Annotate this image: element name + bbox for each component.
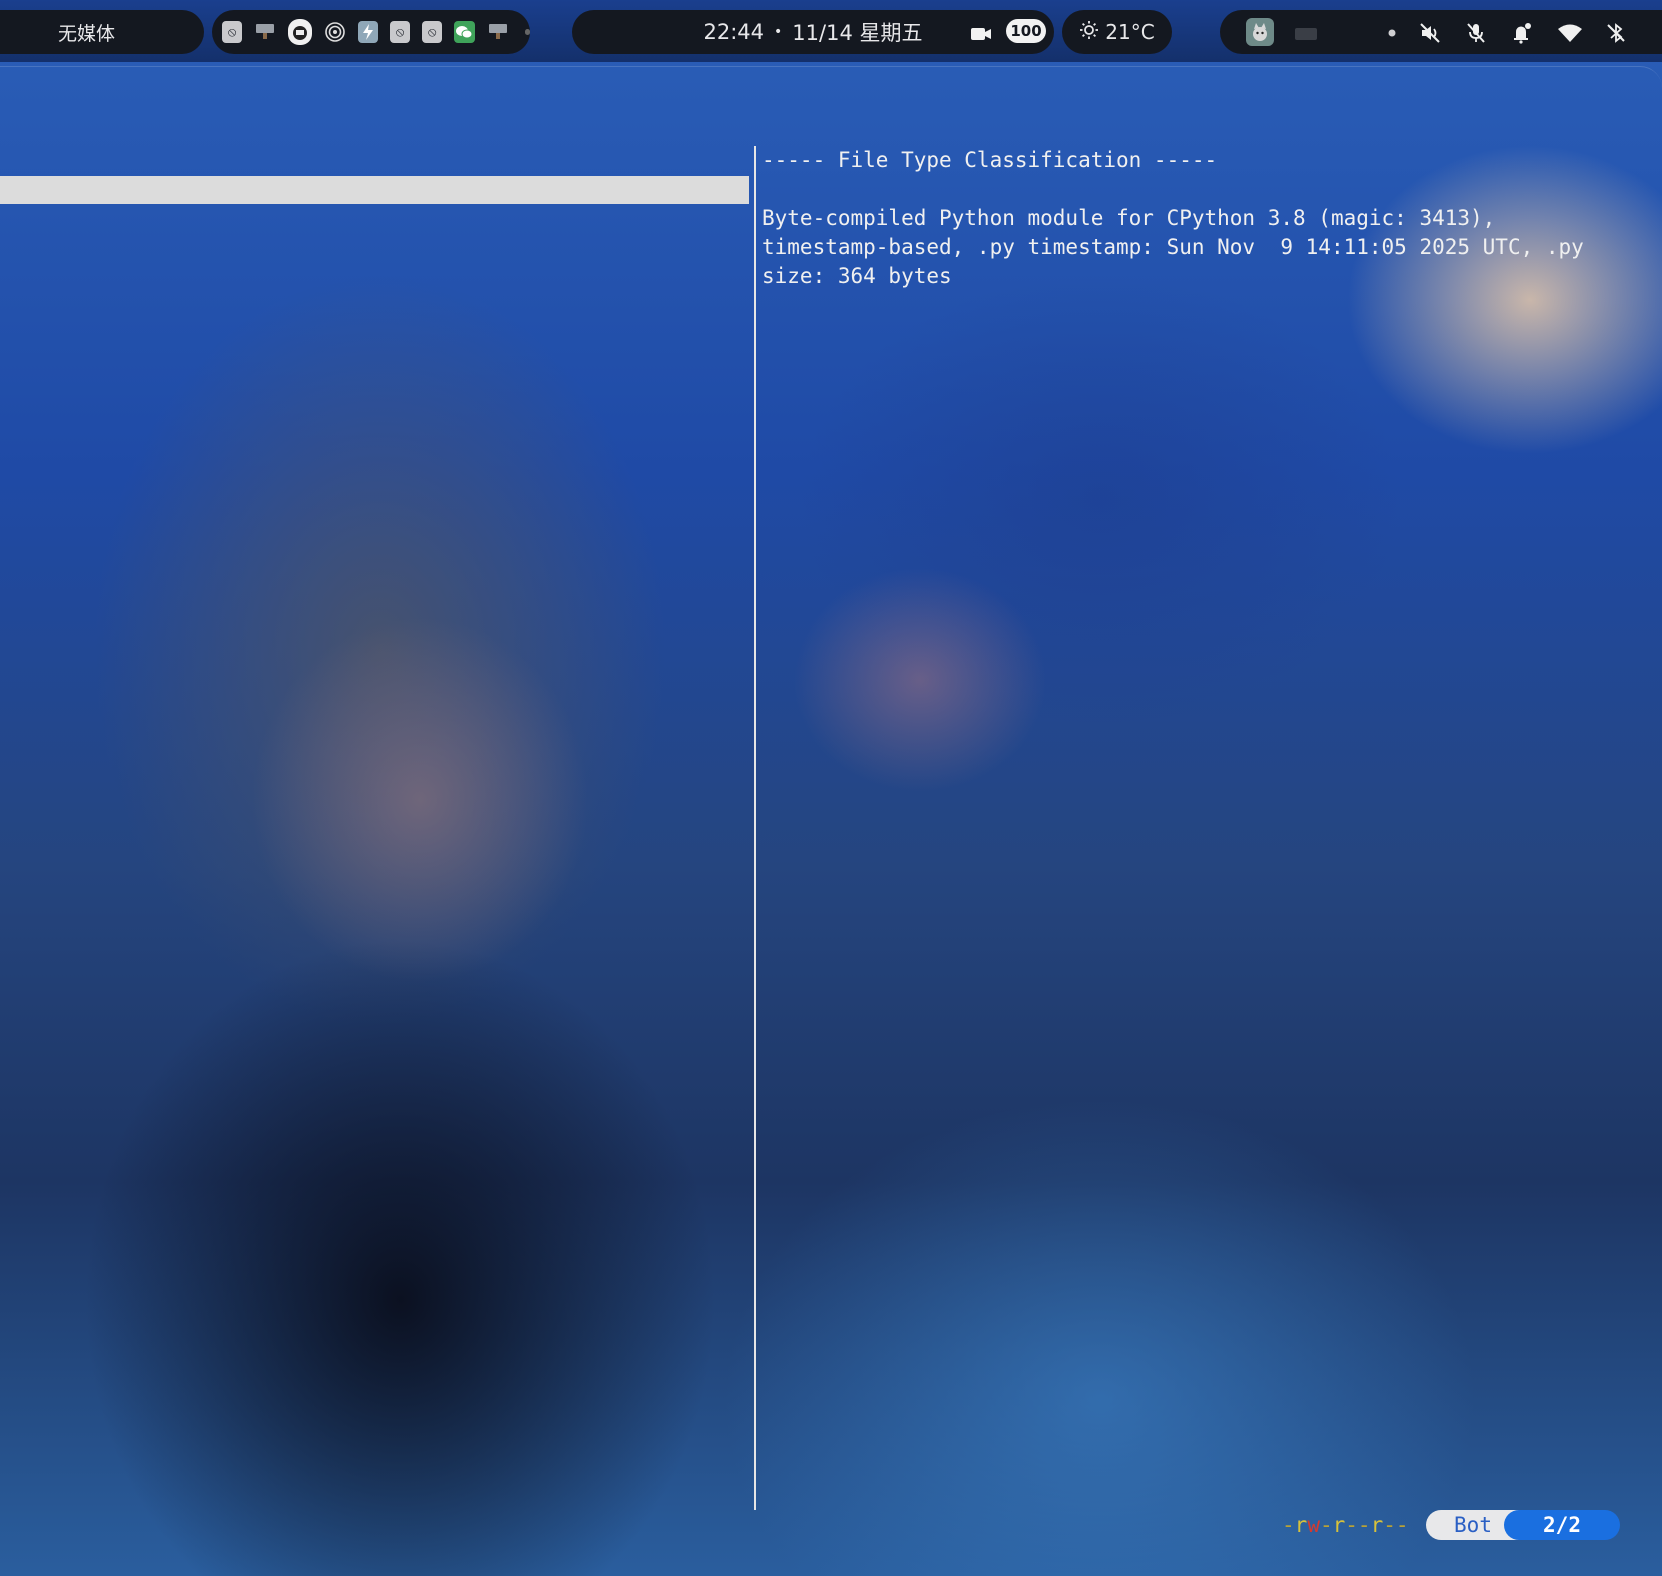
bluetooth-off-icon[interactable] bbox=[1604, 21, 1628, 45]
file-position-indicator: 2/2 bbox=[1504, 1510, 1620, 1540]
blocked-app-icon[interactable]: ⦸ bbox=[222, 21, 243, 43]
file-preview-pane: ----- File Type Classification ----- Byt… bbox=[762, 146, 1642, 291]
preview-line: Byte-compiled Python module for CPython … bbox=[762, 206, 1496, 230]
notification-bell-icon[interactable] bbox=[1510, 21, 1534, 45]
camera-icon[interactable] bbox=[970, 23, 992, 47]
cat-app-icon[interactable] bbox=[288, 19, 312, 45]
file-permissions: - r w - r -- r -- bbox=[1282, 1513, 1409, 1537]
top-bar: 无媒体 ⦸ ⦸ ⦸ 22:44 • 11/14 星期五 100 21°C bbox=[0, 0, 1662, 62]
system-tray: ⦸ ⦸ ⦸ bbox=[212, 10, 530, 54]
media-widget[interactable]: 无媒体 bbox=[0, 10, 204, 54]
preview-heading: ----- File Type Classification ----- bbox=[762, 148, 1218, 172]
temperature: 21°C bbox=[1105, 20, 1155, 44]
media-label: 无媒体 bbox=[58, 22, 116, 45]
status-icons bbox=[1220, 10, 1662, 54]
clock-separator: • bbox=[774, 24, 783, 40]
target-icon[interactable] bbox=[324, 21, 346, 43]
clock-widget[interactable]: 22:44 • 11/14 星期五 100 bbox=[572, 10, 1054, 54]
wifi-icon[interactable] bbox=[1556, 21, 1584, 45]
weather-widget[interactable]: 21°C bbox=[1062, 10, 1172, 54]
battery-indicator[interactable]: 100 bbox=[1006, 19, 1046, 43]
keyboard-icon[interactable] bbox=[1294, 21, 1318, 45]
pane-divider[interactable] bbox=[754, 146, 756, 1510]
blocked-app-icon[interactable]: ⦸ bbox=[422, 21, 443, 43]
preview-line: timestamp-based, .py timestamp: Sun Nov … bbox=[762, 235, 1584, 259]
wechat-icon[interactable] bbox=[454, 21, 475, 43]
mic-muted-icon[interactable] bbox=[1464, 21, 1488, 45]
display-icon[interactable] bbox=[254, 21, 276, 43]
power-icon[interactable] bbox=[357, 21, 379, 43]
display-icon[interactable] bbox=[487, 21, 509, 43]
clock-date: 11/14 星期五 bbox=[792, 21, 923, 45]
tray-overflow-dot[interactable] bbox=[524, 29, 530, 35]
preview-line: size: 364 bytes bbox=[762, 264, 952, 288]
blocked-app-icon[interactable]: ⦸ bbox=[390, 21, 411, 43]
dot-icon bbox=[1380, 21, 1404, 45]
terminal-window bbox=[0, 66, 1662, 1576]
cat-avatar-icon[interactable] bbox=[1246, 18, 1274, 46]
clock-time: 22:44 bbox=[703, 20, 765, 44]
selected-file-row[interactable] bbox=[0, 176, 749, 204]
speaker-muted-icon[interactable] bbox=[1418, 21, 1442, 45]
sun-icon bbox=[1079, 20, 1099, 45]
